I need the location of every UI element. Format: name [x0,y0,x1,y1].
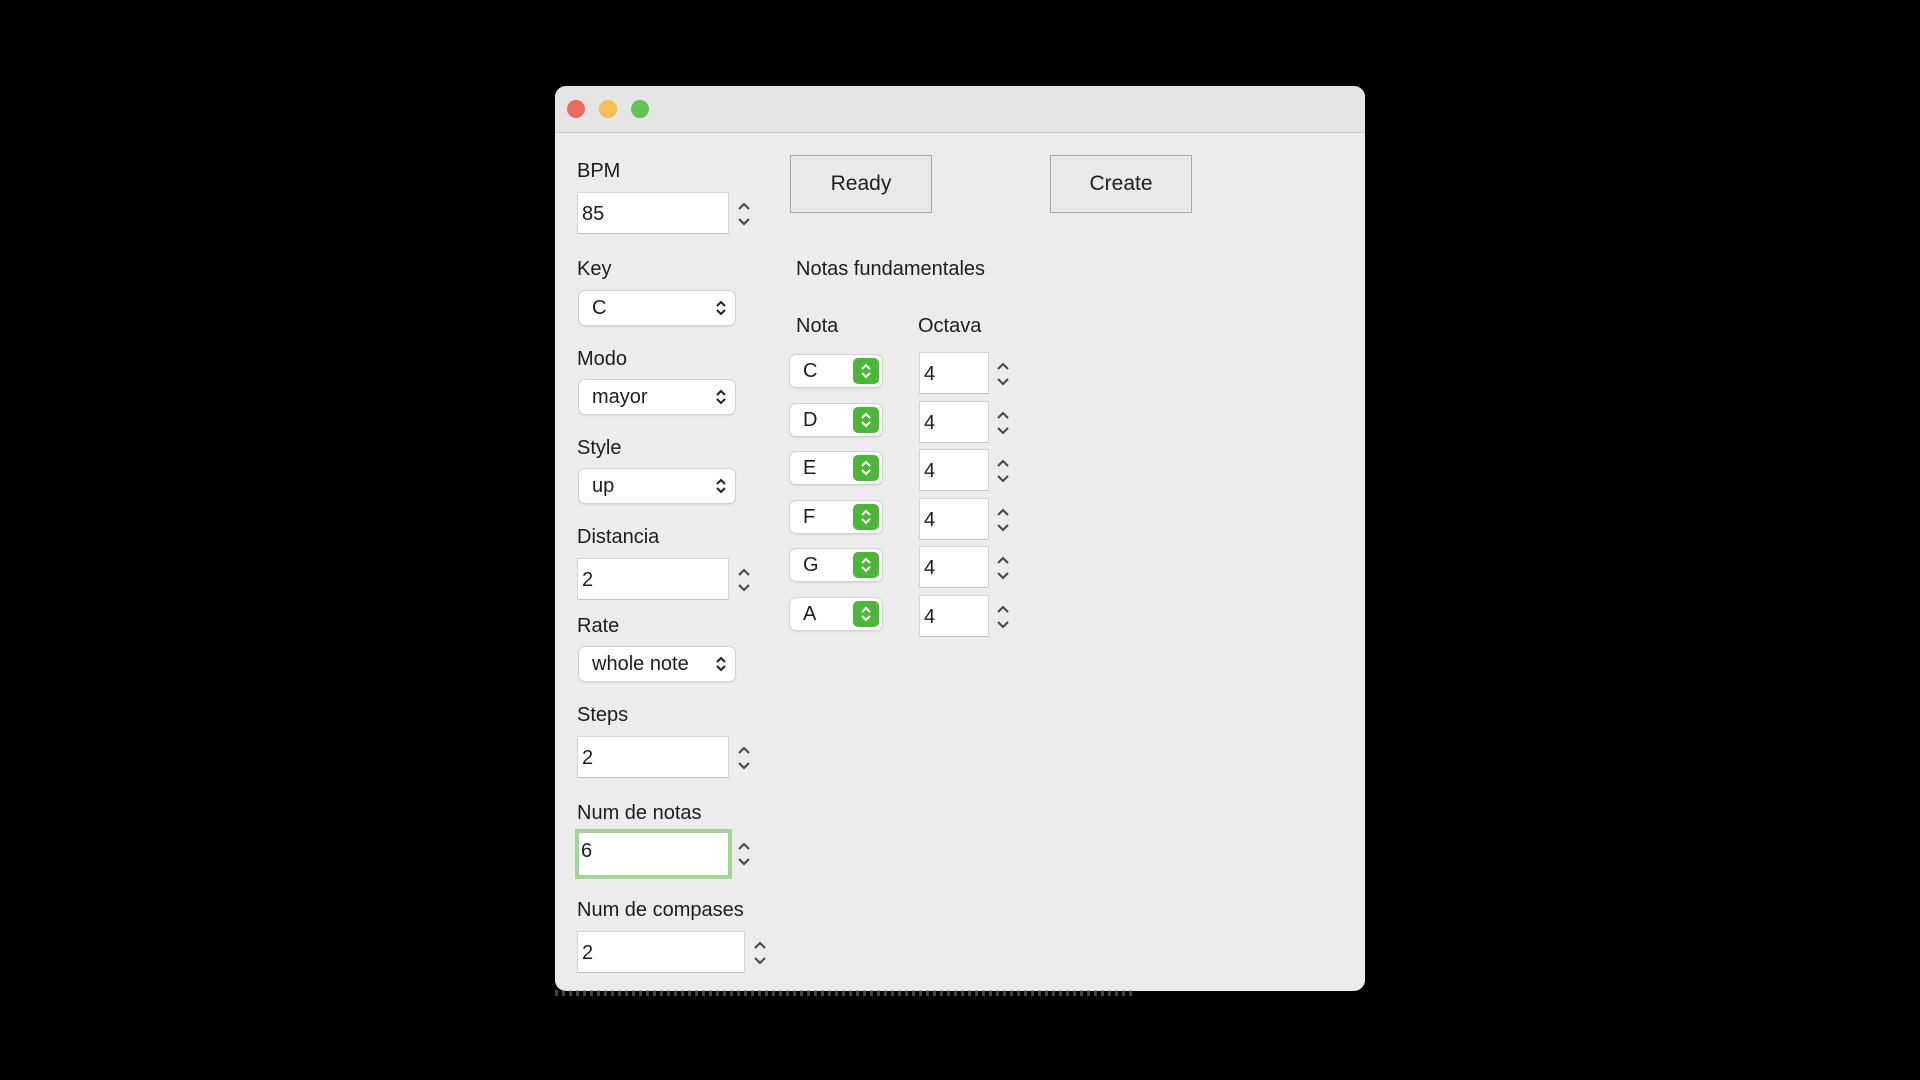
octava-input[interactable]: 4 [919,352,989,394]
num-compases-input[interactable]: 2 [577,931,745,973]
octava-stepper-icon[interactable] [994,597,1012,637]
nota-selected-value: D [803,409,818,431]
chevron-updown-icon [853,358,879,384]
num-compases-label: Num de compases [577,899,744,921]
octava-stepper-icon[interactable] [994,500,1012,540]
octava-input[interactable]: 4 [919,595,989,637]
nota-select-1[interactable]: D [790,404,882,436]
num-compases-stepper-icon[interactable] [751,933,769,973]
steps-spinbox: 2 [577,736,757,780]
octava-spinbox-3: 4 [919,498,1015,542]
steps-label: Steps [577,704,629,726]
nota-select-5[interactable]: A [790,598,882,630]
nota-select-0[interactable]: C [790,355,882,387]
fundamentals-title: Notas fundamentales [796,258,986,280]
nota-column-header: Nota [796,315,839,337]
rate-select[interactable]: whole note [579,647,735,681]
nota-selected-value: G [803,554,819,576]
chevron-updown-icon [716,656,726,672]
octava-spinbox-0: 4 [919,352,1015,396]
octava-spinbox-2: 4 [919,449,1015,493]
key-label: Key [577,258,612,280]
nota-selected-value: E [803,457,817,479]
bpm-stepper-icon[interactable] [735,194,753,234]
rate-label: Rate [577,615,620,637]
rate-selected-value: whole note [592,653,689,675]
distancia-input[interactable]: 2 [577,558,729,600]
style-label: Style [577,437,622,459]
bpm-input[interactable]: 85 [577,192,729,234]
num-notas-spinbox: 6 [575,829,757,879]
distancia-spinbox: 2 [577,558,757,602]
chevron-updown-icon [853,504,879,530]
octava-input[interactable]: 4 [919,449,989,491]
chevron-updown-icon [716,300,726,316]
nota-select-4[interactable]: G [790,549,882,581]
chevron-updown-icon [716,478,726,494]
distancia-stepper-icon[interactable] [735,560,753,600]
bpm-label: BPM [577,160,621,182]
steps-stepper-icon[interactable] [735,738,753,778]
chevron-updown-icon [853,552,879,578]
octava-spinbox-1: 4 [919,401,1015,445]
modo-select[interactable]: mayor [579,380,735,414]
num-notas-stepper-icon[interactable] [735,834,753,874]
chevron-updown-icon [716,389,726,405]
nota-selected-value: A [803,603,817,625]
octava-spinbox-4: 4 [919,546,1015,590]
terminal-text-artifact [555,990,1135,996]
octava-stepper-icon[interactable] [994,548,1012,588]
steps-input[interactable]: 2 [577,736,729,778]
octava-spinbox-5: 4 [919,595,1015,639]
maximize-window-button[interactable] [631,100,649,118]
minimize-window-button[interactable] [599,100,617,118]
key-select[interactable]: C [579,291,735,325]
title-bar [555,86,1365,133]
octava-input[interactable]: 4 [919,498,989,540]
num-notas-label: Num de notas [577,802,702,824]
app-window: BPM 85 Key C Modo mayor Style up Distanc… [555,86,1365,991]
bpm-spinbox: 85 [577,192,757,236]
nota-select-2[interactable]: E [790,452,882,484]
distancia-label: Distancia [577,526,660,548]
key-selected-value: C [592,297,607,319]
octava-stepper-icon[interactable] [994,403,1012,443]
octava-input[interactable]: 4 [919,546,989,588]
octava-stepper-icon[interactable] [994,354,1012,394]
octava-input[interactable]: 4 [919,401,989,443]
nota-selected-value: F [803,506,816,528]
nota-select-3[interactable]: F [790,501,882,533]
close-window-button[interactable] [567,100,585,118]
chevron-updown-icon [853,407,879,433]
modo-selected-value: mayor [592,386,648,408]
modo-label: Modo [577,348,628,370]
style-selected-value: up [592,475,615,497]
octava-column-header: Octava [918,315,982,337]
num-notas-input[interactable]: 6 [575,829,732,879]
style-select[interactable]: up [579,469,735,503]
ready-button[interactable]: Ready [790,155,932,213]
num-compases-spinbox: 2 [577,931,773,975]
chevron-updown-icon [853,455,879,481]
nota-selected-value: C [803,360,818,382]
octava-stepper-icon[interactable] [994,451,1012,491]
chevron-updown-icon [853,601,879,627]
create-button[interactable]: Create [1050,155,1192,213]
